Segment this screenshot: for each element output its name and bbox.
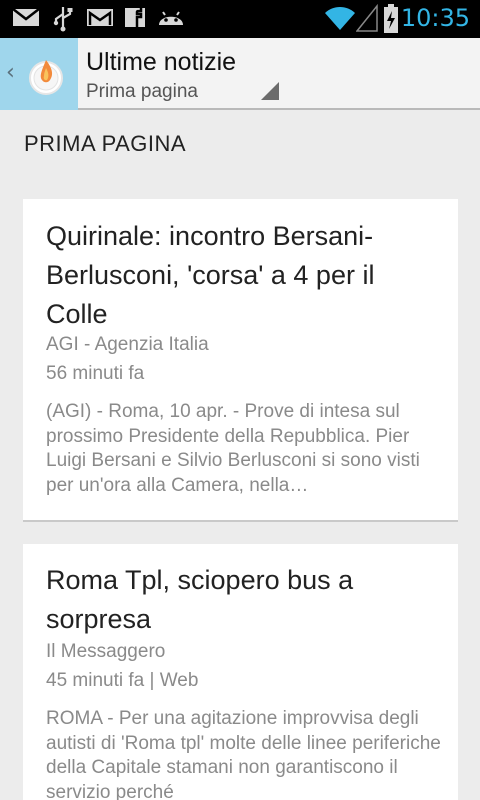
article-title[interactable]: Roma Tpl, sciopero bus a sorpresa <box>46 561 441 639</box>
signal-icon <box>355 3 378 36</box>
article-title[interactable]: Quirinale: incontro Bersani-Berlusconi, … <box>46 217 441 334</box>
status-bar: 10:35 <box>0 0 480 38</box>
email-icon <box>12 6 40 32</box>
section-header: PRIMA PAGINA <box>24 131 187 156</box>
action-bar: ‹ Ultime notizie Prima pagina <box>0 38 480 110</box>
home-up-button[interactable]: ‹ <box>0 38 78 110</box>
article-source: Il Messaggero <box>46 641 166 662</box>
dropdown-triangle-icon[interactable] <box>260 81 280 105</box>
news-card[interactable]: Quirinale: incontro Bersani-Berlusconi, … <box>23 199 458 522</box>
facebook-icon <box>124 6 146 32</box>
app-logo-icon <box>26 52 66 100</box>
article-source: AGI - Agenzia Italia <box>46 334 209 355</box>
clock: 10:35 <box>400 4 470 32</box>
article-snippet: ROMA - Per una agitazione improvvisa deg… <box>46 708 441 800</box>
article-time: 45 minuti fa | Web <box>46 670 199 691</box>
page-title: Ultime notizie <box>86 48 237 76</box>
news-card[interactable]: Roma Tpl, sciopero bus a sorpresa Il Mes… <box>23 544 458 800</box>
article-snippet: (AGI) - Roma, 10 apr. - Prove di intesa … <box>46 401 420 496</box>
gmail-icon <box>86 6 114 32</box>
chevron-left-icon: ‹ <box>6 60 15 85</box>
wifi-icon <box>324 4 356 36</box>
android-icon <box>156 6 186 32</box>
section-spinner-label[interactable]: Prima pagina <box>86 81 198 103</box>
usb-icon <box>52 6 74 36</box>
battery-charging-icon <box>383 4 399 38</box>
article-time: 56 minuti fa <box>46 363 145 384</box>
